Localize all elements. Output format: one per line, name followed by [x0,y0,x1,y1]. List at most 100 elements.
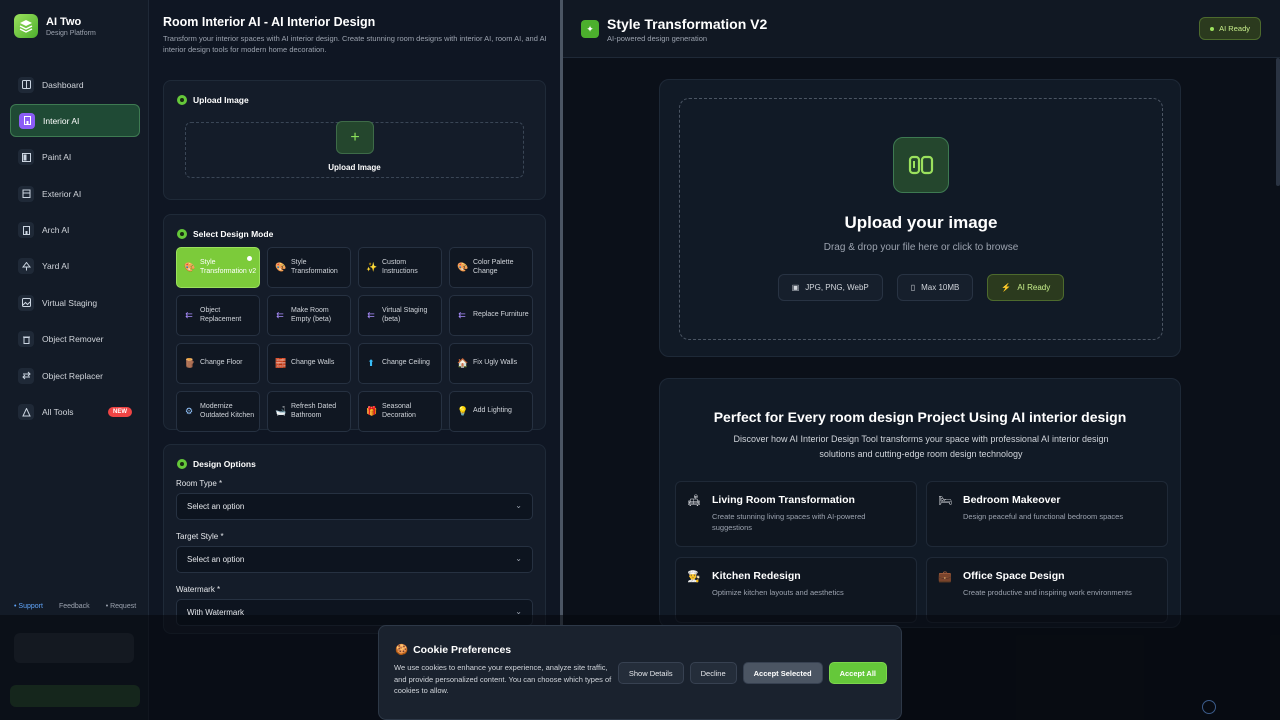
mode-change-floor[interactable]: 🪵 Change Floor [176,343,260,384]
status-dot-icon [1210,26,1215,31]
backdrop-ghost [10,685,140,707]
feedback-link[interactable]: Feedback [59,603,90,610]
lightbulb-icon: 💡 [457,406,469,417]
briefcase-icon: 💼 [938,571,952,583]
sidebar-item-label: Object Replacer [42,370,103,381]
mode-label: Object Replacement [200,307,242,323]
room-type-value: Select an option [187,502,245,511]
design-mode-card: Select Design Mode 🎨 Style Transformation… [163,214,546,432]
upload-dropzone-small[interactable]: + Upload Image [185,121,524,178]
accept-selected-button[interactable]: Accept Selected [742,662,823,684]
info-description: Discover how AI Interior Design Tool tra… [733,434,1109,459]
mode-label: Seasonal Decoration [382,403,416,419]
mode-style-transformation-v2[interactable]: 🎨 Style Transformation v2 [176,247,260,288]
room-type-select[interactable]: Select an option ⌄ [176,493,533,520]
arrow-left-icon: ⇇ [276,310,284,321]
feature-living-room: 🛋 Living Room Transformation Create stun… [675,481,917,547]
chevron-down-icon: ⌄ [515,554,522,563]
target-style-select[interactable]: Select an option ⌄ [176,546,533,573]
arrow-left-icon: ⇇ [458,310,466,321]
sidebar-footer: • Support Feedback • Request [14,603,136,610]
mode-add-lighting[interactable]: 💡 Add Lighting [449,391,533,432]
feature-desc: Create stunning living spaces with AI-po… [712,512,866,533]
brand[interactable]: AI Two Design Platform [14,14,96,38]
image-icon: ▣ [791,283,800,292]
mode-object-replacement[interactable]: ⇇ Object Replacement [176,295,260,336]
decline-button[interactable]: Decline [689,662,737,684]
mode-color-palette-change[interactable]: 🎨 Color Palette Change [449,247,533,288]
sidebar-item-yard-ai[interactable]: Yard AI [10,250,140,283]
mode-custom-instructions[interactable]: ✨ Custom Instructions [358,247,442,288]
sidebar-item-exterior-ai[interactable]: Exterior AI [10,177,140,210]
feature-desc: Create productive and inspiring work env… [963,588,1132,597]
mode-label: Modernize Outdated Kitchen [200,403,255,419]
sidebar: AI Two Design Platform Dashboard Interio… [0,0,149,720]
mode-seasonal-decoration[interactable]: 🎁 Seasonal Decoration [358,391,442,432]
support-link[interactable]: • Support [14,603,43,610]
mode-label: Make Room Empty (beta) [291,307,332,323]
file-types-chip: ▣ JPG, PNG, WebP [777,274,883,301]
request-link[interactable]: • Request [106,603,136,610]
file-types-label: JPG, PNG, WebP [805,283,869,292]
sidebar-item-label: Dashboard [42,79,84,90]
upload-title: Upload your image [844,213,998,232]
mode-fix-ugly-walls[interactable]: 🏠 Fix Ugly Walls [449,343,533,384]
sidebar-item-arch-ai[interactable]: Arch AI [10,214,140,247]
cookie-buttons: Show Details Decline Accept Selected Acc… [617,662,887,684]
sidebar-item-label: Yard AI [42,261,70,272]
design-options-card: Design Options Room Type * Select an opt… [163,444,546,634]
sidebar-item-label: Exterior AI [42,188,82,199]
main-subtitle: AI-powered design generation [607,34,708,43]
upload-dropzone[interactable]: Upload your image Drag & drop your file … [679,98,1163,340]
sidebar-item-label: All Tools [42,407,74,418]
house-icon: 🏠 [457,358,469,369]
mode-style-transformation[interactable]: 🎨 Style Transformation [267,247,351,288]
new-badge: NEW [108,407,132,418]
mode-virtual-staging[interactable]: ⇇ Virtual Staging (beta) [358,295,442,336]
info-card: Perfect for Every room design Project Us… [659,378,1181,628]
sidebar-item-all-tools[interactable]: All Tools NEW [10,396,140,429]
bed-icon: 🛏 [938,495,952,507]
arrow-up-icon: ⬆ [367,358,375,369]
mode-modernize-kitchen[interactable]: ⚙ Modernize Outdated Kitchen [176,391,260,432]
tree-icon [18,258,34,275]
mode-make-room-empty[interactable]: ⇇ Make Room Empty (beta) [267,295,351,336]
swap-icon [18,367,34,384]
sidebar-item-object-remover[interactable]: Object Remover [10,323,140,356]
sidebar-item-interior-ai[interactable]: Interior AI [10,104,140,138]
sidebar-item-dashboard[interactable]: Dashboard [10,68,140,101]
show-details-button[interactable]: Show Details [617,662,684,684]
sidebar-item-label: Arch AI [42,225,70,236]
bolt-icon: ⚡ [1001,283,1012,292]
design-mode-heading: Select Design Mode [177,229,273,239]
feature-title: Kitchen Redesign [712,570,801,582]
mode-change-walls[interactable]: 🧱 Change Walls [267,343,351,384]
brick-icon: 🧱 [275,358,287,369]
palette-icon: 🎨 [184,262,196,273]
sidebar-item-object-replacer[interactable]: Object Replacer [10,359,140,392]
house-icon [18,185,34,202]
scrollbar[interactable] [1276,58,1280,186]
room-type-label: Room Type * [176,479,223,488]
feature-title: Living Room Transformation [712,494,855,506]
mode-grid: 🎨 Style Transformation v2 🎨 Style Transfor… [176,247,533,432]
mode-label: Virtual Staging (beta) [382,307,428,323]
page-title: Room Interior AI - AI Interior Design [163,15,376,29]
mode-change-ceiling[interactable]: ⬆ Change Ceiling [358,343,442,384]
feature-bedroom: 🛏 Bedroom Makeover Design peaceful and f… [926,481,1168,547]
file-icon: ▯ [910,283,916,292]
mode-refresh-bathroom[interactable]: 🛁 Refresh Dated Bathroom [267,391,351,432]
accept-all-button[interactable]: Accept All [828,662,887,684]
mode-replace-furniture[interactable]: ⇇ Replace Furniture [449,295,533,336]
upload-image-heading: Upload Image [177,95,249,105]
brand-subtitle: Design Platform [46,29,96,37]
target-style-label: Target Style * [176,532,224,541]
upload-card: Upload your image Drag & drop your file … [659,79,1181,357]
help-icon[interactable] [1202,700,1216,714]
palette-icon: 🎨 [457,262,469,273]
upload-chips: ▣ JPG, PNG, WebP ▯ Max 10MB ⚡ AI Ready [680,274,1162,301]
sidebar-item-paint-ai[interactable]: Paint AI [10,141,140,174]
feature-title: Office Space Design [963,570,1065,582]
mode-label: Change Floor [200,359,243,367]
sidebar-item-virtual-staging[interactable]: Virtual Staging [10,286,140,319]
